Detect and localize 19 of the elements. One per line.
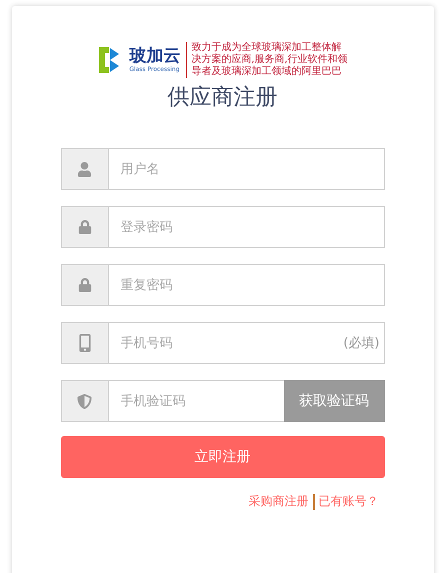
slogan-line: 致力于成为全球玻璃深加工整体解 — [191, 42, 342, 54]
field-frame[interactable]: 用户名 — [60, 148, 384, 190]
field-frame[interactable]: 重复密码 — [60, 264, 384, 306]
field-frame[interactable]: 登录密码 — [60, 206, 384, 248]
page-title: 供应商注册 — [168, 84, 278, 112]
user-icon — [77, 162, 92, 176]
shield-icon — [77, 394, 92, 408]
slogan-line: 决方案的应商,服务商,行业软件和领 — [191, 54, 348, 66]
field-frame[interactable]: 手机验证码 获取验证码 — [60, 380, 384, 422]
get-code-button[interactable]: 获取验证码 — [284, 380, 384, 422]
required-hint: (必填) — [343, 335, 380, 352]
lock-icon — [78, 278, 92, 292]
brand-name: 玻加云 — [129, 47, 180, 66]
link[interactable]: 采购商注册 — [248, 493, 308, 510]
register-button[interactable]: 立即注册 — [60, 436, 384, 478]
field-frame[interactable]: 手机号码 (必填) — [60, 322, 384, 364]
slogan-line: 导者及玻璃深加工领域的阿里巴巴 — [191, 66, 342, 78]
lock-icon — [78, 220, 92, 234]
link[interactable]: 已有账号？ — [318, 493, 378, 510]
